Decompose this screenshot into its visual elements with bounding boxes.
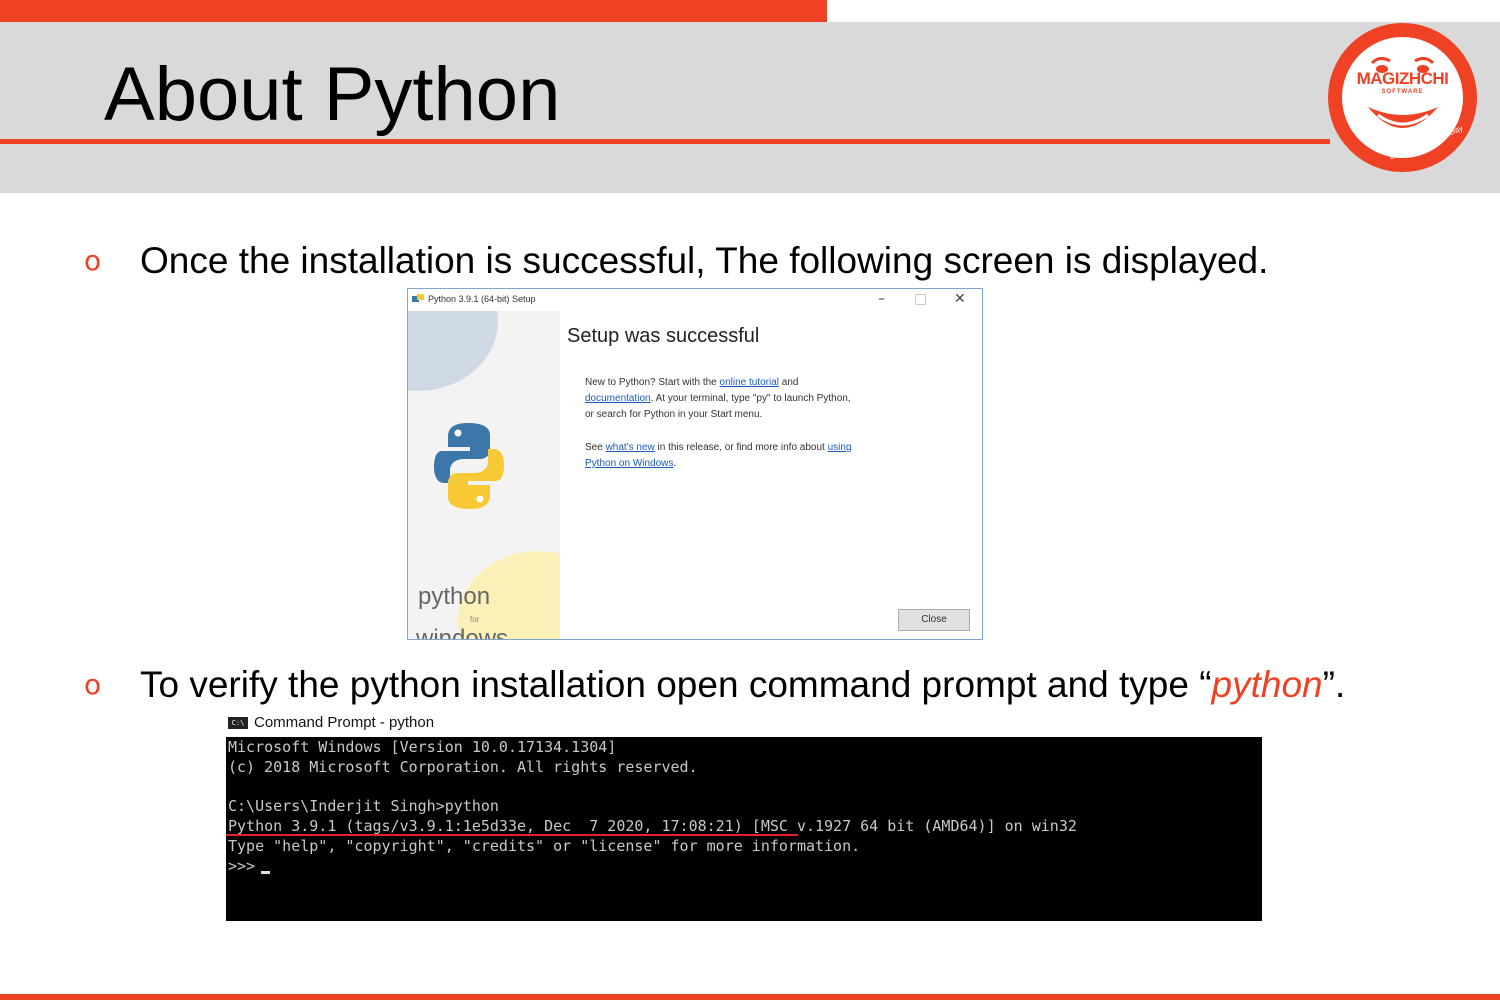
cmd-line: Type "help", "copyright", "credits" or "… (228, 837, 861, 855)
setup-titlebar: Python 3.9.1 (64-bit) Setup – □ ✕ (408, 289, 982, 311)
command-prompt-window[interactable]: Microsoft Windows [Version 10.0.17134.13… (226, 737, 1262, 921)
cmd-titlebar: C:\ Command Prompt - python (226, 712, 626, 734)
setup-paragraph-1: New to Python? Start with the online tut… (585, 375, 915, 423)
documentation-link[interactable]: documentation (585, 393, 651, 404)
paragraph-1-text-a: New to Python? Start with the (585, 377, 720, 388)
windows-wordmark: windows (416, 625, 509, 640)
cmd-cursor (261, 871, 271, 874)
using-python-link[interactable]: using (828, 442, 852, 453)
paragraph-1-text-c: . At your terminal, type "py" to launch … (650, 393, 851, 404)
cmd-prompt: >>> (228, 857, 256, 875)
bottom-accent-bar (0, 994, 1500, 1000)
logo-sub-text: SOFTWARE (1381, 89, 1424, 95)
python-on-windows-link[interactable]: Python on Windows (585, 458, 673, 469)
cmd-icon: C:\ (228, 717, 248, 729)
python-wordmark: python (418, 583, 491, 610)
bullet-1-text: Once the installation is successful, The… (140, 240, 1269, 281)
cmd-prompt-line: >>> (228, 857, 271, 875)
bullet-2-text: To verify the python installation open c… (140, 664, 1345, 706)
online-tutorial-link[interactable]: online tutorial (720, 377, 779, 388)
top-accent-bar (0, 0, 827, 22)
bullet-marker: o (84, 244, 102, 277)
installer-sidebar: python for windows (408, 311, 560, 640)
python-logo-icon (434, 423, 504, 509)
whats-new-link[interactable]: what's new (606, 442, 655, 453)
version-underline (226, 834, 798, 836)
for-wordmark: for (470, 615, 480, 624)
cmd-line: C:\Users\Inderjit Singh>python (228, 797, 499, 815)
cmd-line: (c) 2018 Microsoft Corporation. All righ… (228, 758, 698, 776)
bullet-marker: o (84, 668, 102, 701)
cmd-line: Microsoft Windows [Version 10.0.17134.13… (228, 738, 617, 756)
maximize-button[interactable]: □ (914, 291, 927, 307)
minimize-button[interactable]: – (878, 291, 885, 307)
setup-window-title: Python 3.9.1 (64-bit) Setup (428, 294, 536, 304)
paragraph-2-text-a: See (585, 442, 606, 453)
setup-paragraph-2: See what's new in this release, or find … (585, 440, 915, 472)
cmd-version-line: Python 3.9.1 (tags/v3.9.1:1e5d33e, Dec 7… (228, 817, 1077, 835)
close-window-button[interactable]: ✕ (954, 291, 966, 307)
magizhchi-logo: MAGIZHCHI SOFTWARE Every Day Happy Day (1328, 23, 1477, 172)
installer-icon (412, 294, 424, 302)
python-setup-window: Python 3.9.1 (64-bit) Setup – □ ✕ python… (407, 288, 983, 640)
cmd-window-title: Command Prompt - python (254, 714, 435, 731)
paragraph-1-text-b: and (779, 377, 799, 388)
python-command-highlight: python (1211, 664, 1323, 705)
bullet-2-text-b: ”. (1322, 664, 1346, 705)
logo-brand-text: MAGIZHCHI (1356, 69, 1449, 88)
paragraph-1-text-d: or search for Python in your Start menu. (585, 409, 763, 420)
sidebar-blue-shape (408, 311, 498, 391)
close-button[interactable]: Close (898, 609, 970, 631)
page-title: About Python (104, 52, 561, 137)
bullet-2-text-a: To verify the python installation open c… (140, 664, 1212, 705)
paragraph-2-text-b: in this release, or find more info about (654, 442, 828, 453)
paragraph-2-end: . (673, 458, 677, 469)
setup-heading: Setup was successful (567, 325, 760, 347)
